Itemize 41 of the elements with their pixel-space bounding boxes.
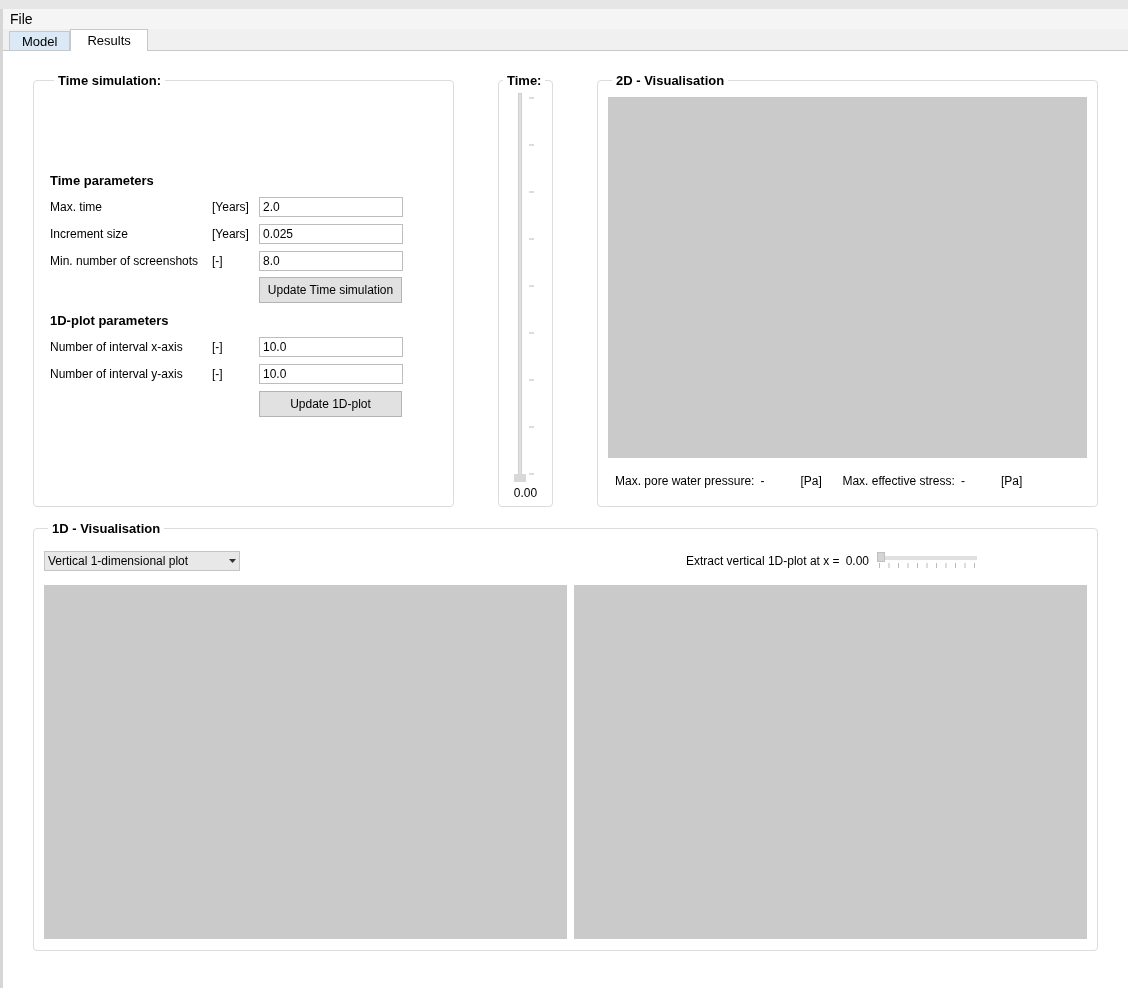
- plot-type-dropdown[interactable]: Vertical 1-dimensional plot: [44, 550, 240, 571]
- tab[interactable]: Results: [70, 29, 148, 51]
- update-button[interactable]: Update Time simulation: [259, 277, 402, 303]
- section-title: 1D-plot parameters: [50, 312, 170, 330]
- input-field[interactable]: 0.025: [259, 223, 403, 244]
- stat-label: Max. pore water pressure:: [615, 472, 755, 490]
- time-slider[interactable]: [513, 92, 526, 482]
- time-reading: 0.00: [513, 485, 538, 502]
- input-field[interactable]: 10.0: [259, 364, 403, 384]
- unit-label: [Years]: [212, 225, 250, 243]
- slider-thumb[interactable]: [877, 551, 885, 562]
- input-field[interactable]: 10.0: [259, 337, 403, 357]
- field-label: Number of interval y-axis: [50, 366, 184, 383]
- group-title: 1D - Visualisation: [51, 520, 162, 538]
- caret-icon: [229, 558, 236, 563]
- field-label: Increment size: [50, 225, 130, 243]
- position-slider[interactable]: [877, 551, 977, 570]
- unit-label: [Pa]: [800, 472, 823, 490]
- stat-value: -: [760, 472, 766, 490]
- stat-value: -: [960, 472, 966, 490]
- slider-thumb[interactable]: [513, 474, 526, 482]
- group-title: Time simulation:: [57, 72, 163, 90]
- tab[interactable]: Model: [9, 31, 71, 50]
- group-title: 2D - Visualisation: [615, 72, 726, 90]
- unit-label: [-]: [212, 366, 224, 383]
- group-title: Time:: [506, 72, 543, 90]
- update-button[interactable]: Update 1D-plot: [259, 390, 402, 417]
- input-field[interactable]: 8.0: [259, 250, 403, 271]
- menu-item[interactable]: File: [7, 8, 36, 30]
- input-field[interactable]: 2.0: [259, 196, 403, 217]
- extract-label: Extract vertical 1D-plot at x =: [685, 552, 840, 570]
- field-label: Max. time: [50, 198, 103, 216]
- unit-label: [Years]: [212, 198, 250, 216]
- field-label: Min. number of screenshots: [50, 252, 200, 270]
- field-label: Number of interval x-axis: [50, 339, 184, 356]
- unit-label: [-]: [212, 339, 224, 356]
- unit-label: [Pa]: [1000, 472, 1024, 490]
- stat-label: Max. effective stress:: [842, 472, 955, 490]
- unit-label: [-]: [212, 252, 224, 270]
- extract-value: 0.00: [845, 552, 869, 570]
- section-title: Time parameters: [50, 171, 155, 190]
